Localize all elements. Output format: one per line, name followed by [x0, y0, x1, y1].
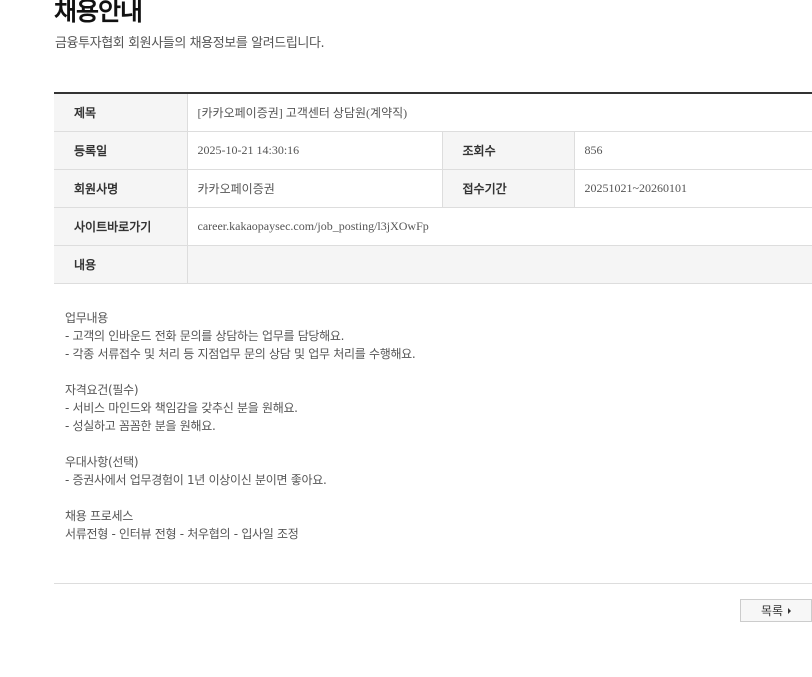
content-line	[65, 363, 805, 381]
date-value: 2025-10-21 14:30:16	[187, 131, 443, 170]
row-site: 사이트바로가기 career.kakaopaysec.com/job_posti…	[54, 207, 812, 246]
period-value: 20251021~20260101	[574, 169, 812, 208]
content-line: - 서비스 마인드와 책임감을 갖추신 분을 원해요.	[65, 401, 298, 415]
content-bottom-divider	[54, 583, 812, 584]
content-line: 우대사항(선택)	[65, 455, 139, 469]
content-line: - 증권사에서 업무경험이 1년 이상이신 분이면 좋아요.	[65, 473, 327, 487]
content-line	[65, 435, 805, 453]
company-label: 회원사명	[54, 169, 188, 208]
period-label: 접수기간	[442, 169, 575, 208]
list-button[interactable]: 목록	[740, 599, 812, 622]
content-line: 업무내용	[65, 311, 108, 325]
list-button-label: 목록	[760, 604, 784, 618]
title-value: [카카오페이증권] 고객센터 상담원(계약직)	[187, 93, 812, 132]
date-label: 등록일	[54, 131, 188, 170]
content-line: - 성실하고 꼼꼼한 분을 원해요.	[65, 419, 216, 433]
content-line: - 고객의 인바운드 전화 문의를 상담하는 업무를 담당해요.	[65, 329, 345, 343]
arrow-right-icon	[788, 607, 792, 614]
content-line: 채용 프로세스	[65, 509, 133, 523]
site-label: 사이트바로가기	[54, 207, 188, 246]
content-header-fill	[187, 245, 812, 284]
row-date-views: 등록일 2025-10-21 14:30:16 조회수 856	[54, 131, 812, 170]
title-label: 제목	[54, 93, 188, 132]
content-line: - 각종 서류접수 및 처리 등 지점업무 문의 상담 및 업무 처리를 수행해…	[65, 347, 416, 361]
views-label: 조회수	[442, 131, 575, 170]
page-subtitle: 금융투자협회 회원사들의 채용정보를 알려드립니다.	[55, 36, 325, 51]
row-title: 제목 [카카오페이증권] 고객센터 상담원(계약직)	[54, 93, 812, 132]
row-content: 내용	[54, 245, 812, 284]
content-label: 내용	[54, 245, 188, 284]
page-title: 채용안내	[54, 0, 143, 26]
content-line	[65, 489, 805, 507]
job-detail-table: 제목 [카카오페이증권] 고객센터 상담원(계약직) 등록일 2025-10-2…	[54, 92, 812, 284]
company-value: 카카오페이증권	[187, 169, 443, 208]
content-line: 서류전형 - 인터뷰 전형 - 처우협의 - 입사일 조정	[65, 527, 299, 541]
content-line: 자격요건(필수)	[65, 383, 139, 397]
row-company-period: 회원사명 카카오페이증권 접수기간 20251021~20260101	[54, 169, 812, 208]
views-value: 856	[574, 131, 812, 170]
site-link[interactable]: career.kakaopaysec.com/job_posting/l3jXO…	[187, 207, 812, 246]
content-body: 업무내용 - 고객의 인바운드 전화 문의를 상담하는 업무를 담당해요. - …	[65, 309, 805, 543]
